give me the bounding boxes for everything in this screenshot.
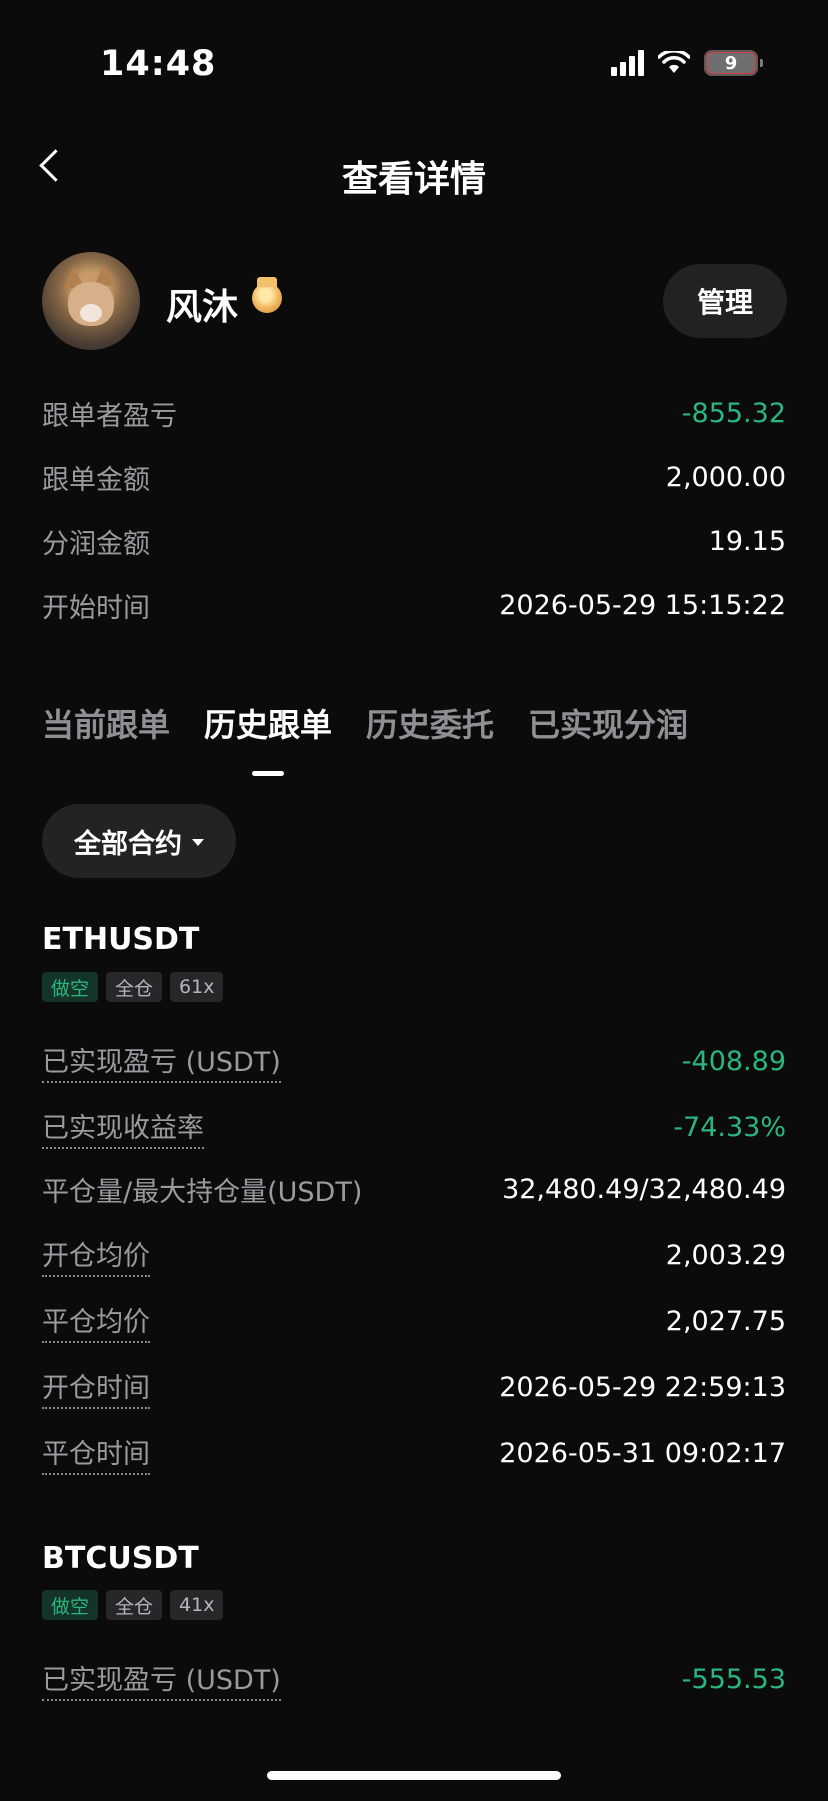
summary-value: -855.32 [681, 398, 786, 429]
summary-value: 19.15 [708, 526, 786, 557]
summary-row-start-time: 开始时间 2026-05-29 15:15:22 [42, 586, 786, 625]
battery-icon: 9 [704, 50, 763, 76]
contract-filter-dropdown[interactable]: 全部合约 [42, 804, 236, 878]
position-row: 开仓均价 2,003.29 [42, 1234, 786, 1277]
tab-history-copy[interactable]: 历史跟单 [204, 700, 332, 746]
status-icons: 9 [611, 50, 763, 76]
wifi-icon [658, 51, 690, 73]
summary-row-pnl: 跟单者盈亏 -855.32 [42, 394, 786, 433]
summary-value: 2026-05-29 15:15:22 [499, 590, 786, 621]
close-time-value: 2026-05-31 09:02:17 [499, 1438, 786, 1469]
caret-down-icon [192, 838, 204, 846]
summary-label: 跟单者盈亏 [42, 401, 177, 432]
tab-realized-profit-share[interactable]: 已实现分润 [528, 700, 688, 746]
position-row: 平仓时间 2026-05-31 09:02:17 [42, 1432, 786, 1475]
home-indicator[interactable] [267, 1771, 561, 1780]
summary-value: 2,000.00 [665, 462, 786, 493]
tab-current-copy[interactable]: 当前跟单 [42, 700, 170, 746]
position-row: 平仓均价 2,027.75 [42, 1300, 786, 1343]
summary-row-amount: 跟单金额 2,000.00 [42, 458, 786, 497]
status-time: 14:48 [100, 44, 217, 84]
position-symbol: BTCUSDT [42, 1541, 199, 1576]
medal-icon [252, 277, 282, 313]
summary-label: 跟单金额 [42, 465, 150, 496]
avatar [42, 252, 140, 350]
realized-pnl-value: -555.53 [681, 1664, 786, 1695]
trader-name: 风沐 [166, 287, 239, 328]
cellular-signal-icon [611, 50, 644, 76]
realized-pnl-label[interactable]: 已实现盈亏 (USDT) [42, 1040, 281, 1083]
page-title: 查看详情 [341, 159, 486, 200]
open-time-value: 2026-05-29 22:59:13 [499, 1372, 786, 1403]
position-row: 已实现盈亏 (USDT) -555.53 [42, 1658, 786, 1701]
close-size-value: 32,480.49/32,480.49 [502, 1174, 786, 1205]
realized-pnl-value: -408.89 [681, 1046, 786, 1077]
position-row: 已实现盈亏 (USDT) -408.89 [42, 1040, 786, 1083]
close-time-label[interactable]: 平仓时间 [42, 1432, 150, 1475]
close-price-value: 2,027.75 [665, 1306, 786, 1337]
open-time-label[interactable]: 开仓时间 [42, 1366, 150, 1409]
leverage-badge: 61x [170, 972, 224, 1002]
margin-mode-badge: 全仓 [106, 1590, 163, 1620]
position-row: 开仓时间 2026-05-29 22:59:13 [42, 1366, 786, 1409]
direction-badge: 做空 [42, 1590, 99, 1620]
tab-history-orders[interactable]: 历史委托 [366, 700, 494, 746]
open-price-value: 2,003.29 [665, 1240, 786, 1271]
summary-row-profit-share: 分润金额 19.15 [42, 522, 786, 561]
position-row: 已实现收益率 -74.33% [42, 1106, 786, 1149]
margin-mode-badge: 全仓 [106, 972, 163, 1002]
close-size-label: 平仓量/最大持仓量(USDT) [42, 1177, 363, 1208]
contract-filter-label: 全部合约 [74, 828, 182, 860]
summary-label: 分润金额 [42, 529, 150, 560]
position-badges: 做空 全仓 61x [42, 972, 224, 1002]
battery-level: 9 [724, 52, 738, 74]
manage-button[interactable]: 管理 [663, 264, 787, 338]
position-badges: 做空 全仓 41x [42, 1590, 224, 1620]
position-symbol: ETHUSDT [42, 922, 200, 957]
open-price-label[interactable]: 开仓均价 [42, 1234, 150, 1277]
realized-roi-value: -74.33% [673, 1112, 786, 1143]
realized-roi-label[interactable]: 已实现收益率 [42, 1106, 204, 1149]
tab-bar: 当前跟单 历史跟单 历史委托 已实现分润 [42, 700, 688, 746]
position-row: 平仓量/最大持仓量(USDT) 32,480.49/32,480.49 [42, 1170, 786, 1209]
realized-pnl-label[interactable]: 已实现盈亏 (USDT) [42, 1658, 281, 1701]
close-price-label[interactable]: 平仓均价 [42, 1300, 150, 1343]
summary-label: 开始时间 [42, 593, 150, 624]
direction-badge: 做空 [42, 972, 99, 1002]
leverage-badge: 41x [170, 1590, 224, 1620]
